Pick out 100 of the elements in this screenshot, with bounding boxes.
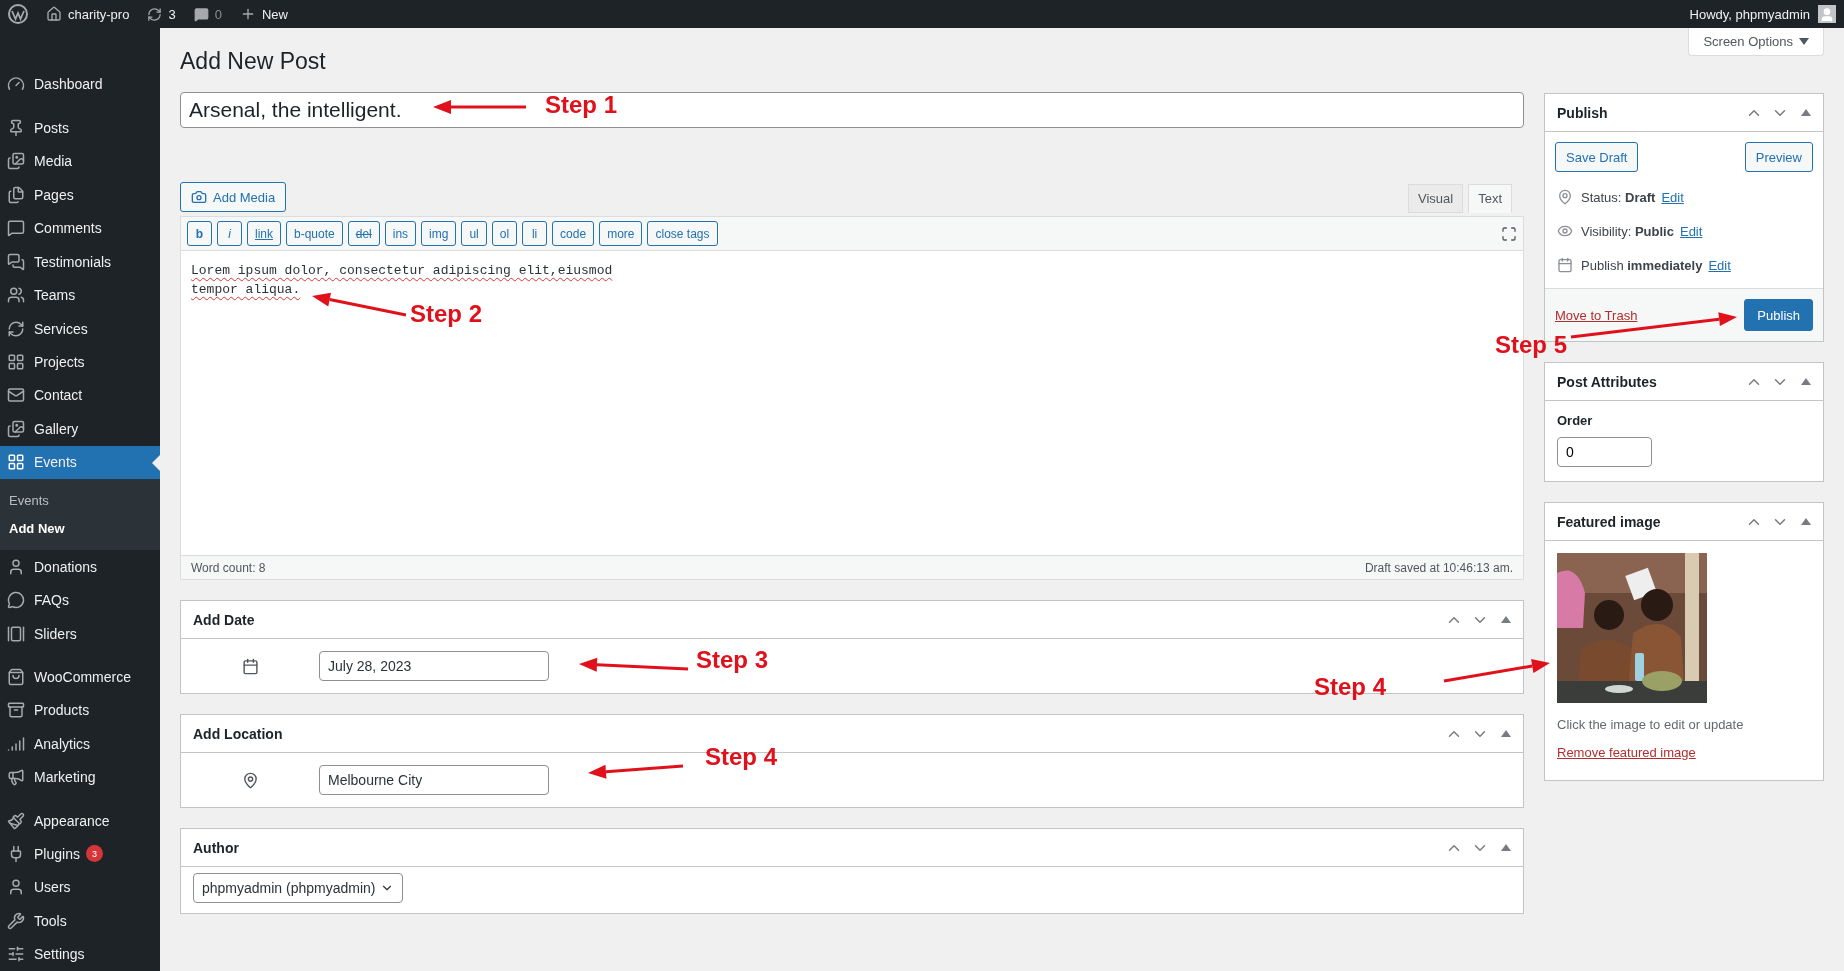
editor-tab[interactable]: Text — [1468, 184, 1512, 213]
field-label: Order — [1557, 413, 1594, 428]
gallery-icon — [7, 419, 25, 438]
menu-item[interactable]: FAQs — [0, 583, 160, 617]
menu-item[interactable]: Donations — [0, 550, 160, 584]
menu-item[interactable]: Sliders — [0, 616, 160, 651]
word-count: Word count: 8 — [191, 560, 266, 575]
quicktag-button[interactable]: del — [347, 221, 380, 246]
menu-item[interactable]: Testimonials — [0, 245, 160, 279]
map-pin-icon — [242, 771, 259, 789]
refresh-icon[interactable] — [147, 6, 163, 22]
menu-label: Plugins — [34, 845, 80, 862]
menu-item[interactable]: Comments — [0, 211, 160, 245]
editor-text-line[interactable]: tempor aliqua. — [191, 280, 301, 299]
quicktag-button[interactable]: b — [187, 221, 212, 246]
logo-icon[interactable] — [8, 4, 28, 24]
count-badge: 3 — [85, 845, 103, 863]
edit-link[interactable]: Edit — [1679, 223, 1703, 239]
home-icon[interactable] — [46, 6, 62, 22]
menu-label: Gallery — [34, 420, 79, 437]
menu-item[interactable]: Services — [0, 311, 160, 346]
site-link[interactable]: charity-pro — [68, 6, 130, 22]
quicktag-button[interactable]: li — [522, 221, 548, 246]
quicktag-button[interactable]: code — [552, 221, 595, 246]
menu-item[interactable]: Events — [0, 445, 160, 480]
gauge-icon — [7, 74, 25, 93]
trash-link[interactable]: Move to Trash — [1555, 307, 1638, 323]
menu-item[interactable]: Analytics — [0, 727, 160, 761]
screen-options-button[interactable]: Screen Options — [1688, 28, 1824, 56]
menu-item[interactable]: Projects — [0, 345, 160, 379]
quicktag-button[interactable]: ins — [384, 221, 417, 246]
editor-tab[interactable]: Visual — [1407, 184, 1464, 213]
quicktag-button[interactable]: b-quote — [286, 221, 343, 246]
menu-item[interactable]: WooCommerce — [0, 660, 160, 694]
location-field[interactable]: Melbourne City — [319, 765, 549, 795]
menu-item[interactable]: Appearance — [0, 803, 160, 838]
menu-item[interactable]: Posts — [0, 111, 160, 145]
media-icon — [7, 152, 25, 171]
new-link[interactable]: New — [261, 6, 288, 22]
updates-count[interactable]: 3 — [168, 6, 176, 22]
publish-setting: Publish immediately — [1581, 257, 1703, 273]
grid-icon — [7, 353, 25, 372]
publish-button[interactable]: Publish — [1744, 299, 1813, 331]
menu-label: Appearance — [34, 812, 110, 829]
menu-item[interactable]: Contact — [0, 378, 160, 413]
quicktag-button[interactable]: ul — [461, 221, 487, 246]
publish-setting: Visibility: Public — [1581, 223, 1674, 239]
box-title: Featured image — [1557, 513, 1662, 530]
menu-item[interactable]: Settings — [0, 937, 160, 971]
calendar-icon — [242, 657, 259, 675]
step-label: Step 4 — [705, 745, 778, 769]
menu-item[interactable]: Teams — [0, 278, 160, 312]
date-field[interactable]: July 28, 2023 — [319, 651, 549, 681]
menu-label: Events — [34, 454, 77, 471]
remove-image-link[interactable]: Remove featured image — [1557, 745, 1696, 760]
preview-button[interactable]: Preview — [1744, 142, 1813, 172]
menu-item[interactable]: Users — [0, 870, 160, 905]
edit-link[interactable]: Edit — [1661, 189, 1684, 205]
order-field[interactable]: 0 — [1557, 437, 1652, 467]
people-icon — [7, 286, 25, 305]
quicktag-button[interactable]: close tags — [647, 221, 718, 246]
menu-item[interactable]: Pages — [0, 178, 160, 212]
comment-icon[interactable] — [193, 6, 209, 22]
menu-item[interactable]: Marketing — [0, 760, 160, 794]
menu-item[interactable]: Plugins 3 — [0, 837, 160, 871]
author-select[interactable]: phpmyadmin (phpmyadmin) — [193, 873, 403, 903]
image-hint: Click the image to edit or update — [1557, 717, 1745, 732]
menu-item[interactable]: Tools — [0, 904, 160, 938]
fullscreen-icon[interactable] — [1501, 225, 1517, 242]
quicktag-button[interactable]: i — [217, 221, 242, 246]
box-title: Add Location — [193, 725, 284, 742]
menu-label: Donations — [34, 558, 98, 575]
menu-item[interactable]: Media — [0, 144, 160, 179]
quicktag-button[interactable]: img — [421, 221, 457, 246]
submenu-item[interactable]: Events — [0, 486, 160, 515]
eye-icon — [1555, 223, 1575, 239]
mail-icon — [7, 386, 25, 405]
account-greeting[interactable]: Howdy, phpmyadmin — [1689, 6, 1810, 22]
quicktag-button[interactable]: more — [599, 221, 643, 246]
menu-label: Products — [34, 702, 90, 719]
camera-icon — [191, 189, 207, 205]
editor-text-line[interactable]: Lorem ipsum dolor, consectetur adipiscing elit,eiusmod — [191, 261, 613, 280]
edit-link[interactable]: Edit — [1708, 257, 1731, 273]
submenu-item[interactable]: Add New — [0, 514, 160, 543]
quicktag-button[interactable]: link — [247, 221, 281, 246]
comments-count[interactable]: 0 — [214, 6, 222, 22]
quicktag-button[interactable]: ol — [491, 221, 518, 246]
draft-status: Draft saved at 10:46:13 am. — [1364, 560, 1513, 575]
menu-label: Analytics — [34, 735, 91, 752]
menu-label: FAQs — [34, 592, 69, 609]
pages-icon — [7, 185, 25, 204]
box-title: Author — [193, 839, 240, 856]
calendar-icon — [1555, 257, 1575, 273]
add-media-button[interactable]: Add Media — [180, 182, 287, 212]
menu-item[interactable]: Dashboard — [0, 67, 160, 101]
comments-icon — [7, 252, 25, 271]
publish-setting: Status: Draft — [1581, 189, 1656, 205]
save-draft-button[interactable]: Save Draft — [1555, 142, 1639, 172]
menu-item[interactable]: Products — [0, 693, 160, 728]
menu-item[interactable]: Gallery — [0, 412, 160, 446]
